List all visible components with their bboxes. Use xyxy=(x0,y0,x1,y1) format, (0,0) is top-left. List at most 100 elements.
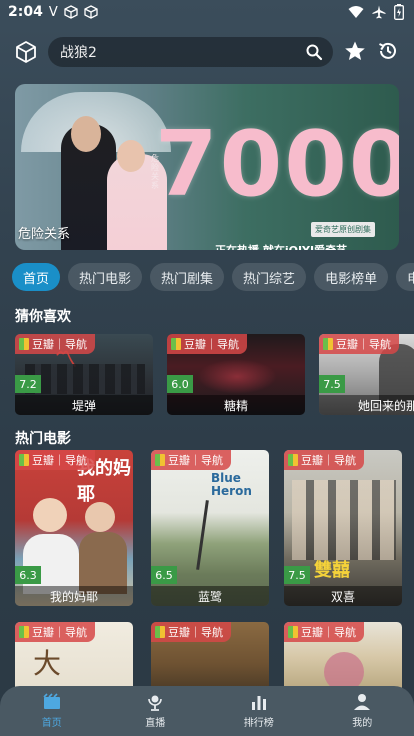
user-icon xyxy=(354,694,371,710)
rating-badge: 6.5 xyxy=(151,566,177,584)
movie-card[interactable]: Blue Heron 豆瓣｜导航 6.5 蓝鹭 xyxy=(151,450,269,606)
movie-card[interactable]: 〽 豆瓣｜导航 7.2 堤弹 xyxy=(15,334,153,415)
search-value: 战狼2 xyxy=(60,45,97,61)
banner-figure xyxy=(71,116,101,152)
search-icon[interactable] xyxy=(305,43,323,61)
banner-figure xyxy=(117,140,145,172)
tab-hot-movies[interactable]: 热门电影 xyxy=(68,263,143,291)
app-logo-button[interactable] xyxy=(12,38,40,66)
nav-ranking[interactable]: 排行榜 xyxy=(207,686,311,736)
battery-icon xyxy=(394,4,404,20)
douban-badge[interactable]: 豆瓣｜导航 xyxy=(151,450,231,470)
badge-text: 豆瓣｜导航 xyxy=(301,626,356,639)
airplane-icon xyxy=(372,5,386,19)
movie-title: 糖精 xyxy=(167,395,305,415)
douban-badge[interactable]: 豆瓣｜导航 xyxy=(284,622,364,642)
movie-title: 她回来的那 xyxy=(319,395,414,415)
douban-badge[interactable]: 豆瓣｜导航 xyxy=(15,450,95,470)
movie-card[interactable]: 豆瓣｜导航 6.0 糖精 xyxy=(167,334,305,415)
status-right-icons xyxy=(348,4,404,20)
badge-icon xyxy=(288,454,298,466)
search-input[interactable]: 战狼2 xyxy=(48,37,333,67)
banner-vertical-text: 危险关系 xyxy=(151,154,159,190)
douban-badge[interactable]: 豆瓣｜导航 xyxy=(151,622,231,642)
movie-card[interactable]: 大 豆瓣｜导航 xyxy=(15,622,133,692)
tab-movie-ranking[interactable]: 电影榜单 xyxy=(314,263,389,291)
badge-icon xyxy=(155,454,165,466)
top-bar: 战狼2 xyxy=(0,34,414,70)
film-icon xyxy=(43,693,60,709)
badge-icon xyxy=(19,338,29,350)
poster-art xyxy=(85,502,115,532)
nav-label: 排行榜 xyxy=(243,718,274,729)
poster-text: 雙囍 xyxy=(314,560,350,581)
movie-title: 堤弹 xyxy=(15,395,153,415)
movie-title: 蓝鹭 xyxy=(151,586,269,606)
banner-subtitle: 正在热播 就在iQIYI爱奇艺 xyxy=(215,242,347,250)
poster-art xyxy=(79,532,127,594)
tab-hot-variety[interactable]: 热门综艺 xyxy=(232,263,307,291)
rating-badge: 7.5 xyxy=(284,566,310,584)
movie-card[interactable]: 豆瓣｜导航 xyxy=(284,622,402,692)
chart-icon xyxy=(251,696,266,710)
tab-tv[interactable]: 电视 xyxy=(396,263,414,291)
nav-home[interactable]: 首页 xyxy=(0,686,104,736)
poster-art xyxy=(197,359,277,394)
movie-card[interactable]: 雙囍 豆瓣｜导航 7.5 双喜 xyxy=(284,450,402,606)
rating-badge: 6.3 xyxy=(15,566,41,584)
badge-text: 豆瓣｜导航 xyxy=(168,626,223,639)
section-title-guess: 猜你喜欢 xyxy=(15,309,71,325)
badge-text: 豆瓣｜导航 xyxy=(301,454,356,467)
movie-card[interactable]: 豆瓣｜导航 xyxy=(151,622,269,692)
douban-badge[interactable]: 豆瓣｜导航 xyxy=(167,334,247,354)
nav-label: 首页 xyxy=(41,718,62,729)
badge-text: 豆瓣｜导航 xyxy=(168,454,223,467)
poster-art xyxy=(33,498,67,532)
tab-hot-series[interactable]: 热门剧集 xyxy=(150,263,225,291)
douban-badge[interactable]: 豆瓣｜导航 xyxy=(15,334,95,354)
rating-badge: 7.5 xyxy=(319,375,345,393)
tab-home[interactable]: 首页 xyxy=(12,263,61,291)
status-time: 2:04 xyxy=(8,4,43,20)
badge-icon xyxy=(19,626,29,638)
status-left-icons: V xyxy=(49,5,98,20)
history-icon[interactable] xyxy=(377,40,399,62)
nav-mine[interactable]: 我的 xyxy=(311,686,414,736)
nav-live[interactable]: 直播 xyxy=(104,686,208,736)
movie-card[interactable]: 我的妈耶 豆瓣｜导航 6.3 我的妈耶 xyxy=(15,450,133,606)
douban-badge[interactable]: 豆瓣｜导航 xyxy=(284,450,364,470)
badge-icon xyxy=(323,338,333,350)
featured-banner[interactable]: 7000 危险关系 爱奇艺原创剧集 正在热播 就在iQIYI爱奇艺 危险关系 xyxy=(15,84,399,250)
badge-text: 豆瓣｜导航 xyxy=(32,626,87,639)
nav-label: 直播 xyxy=(145,718,166,729)
wifi-icon xyxy=(348,6,364,18)
star-icon[interactable] xyxy=(344,40,366,62)
movie-title: 双喜 xyxy=(284,586,402,606)
poster-art xyxy=(292,480,396,560)
live-icon xyxy=(148,695,163,711)
nav-label: 我的 xyxy=(352,718,373,729)
bottom-nav: 首页 直播 排行榜 我的 xyxy=(0,686,414,736)
badge-text: 豆瓣｜导航 xyxy=(184,338,239,351)
category-tabs: 首页 热门电影 热门剧集 热门综艺 电影榜单 电视 xyxy=(12,263,414,291)
badge-icon xyxy=(171,338,181,350)
v-icon: V xyxy=(48,4,58,20)
movie-card[interactable]: 豆瓣｜导航 7.5 她回来的那 xyxy=(319,334,414,415)
poster-art xyxy=(23,534,79,594)
section-title-hot-movies: 热门电影 xyxy=(15,431,71,447)
banner-tag: 爱奇艺原创剧集 xyxy=(311,222,375,237)
rating-badge: 7.2 xyxy=(15,375,41,393)
box-icon xyxy=(84,5,98,19)
badge-text: 豆瓣｜导航 xyxy=(32,338,87,351)
douban-badge[interactable]: 豆瓣｜导航 xyxy=(15,622,95,642)
box-icon xyxy=(64,5,78,19)
poster-art xyxy=(25,364,145,394)
banner-title: 危险关系 xyxy=(18,227,71,242)
badge-icon xyxy=(288,626,298,638)
douban-badge[interactable]: 豆瓣｜导航 xyxy=(319,334,399,354)
poster-art: 大 xyxy=(33,647,62,680)
poster-art xyxy=(196,500,209,570)
movie-title: 我的妈耶 xyxy=(15,586,133,606)
poster-text: Blue Heron xyxy=(211,471,252,498)
rating-badge: 6.0 xyxy=(167,375,193,393)
